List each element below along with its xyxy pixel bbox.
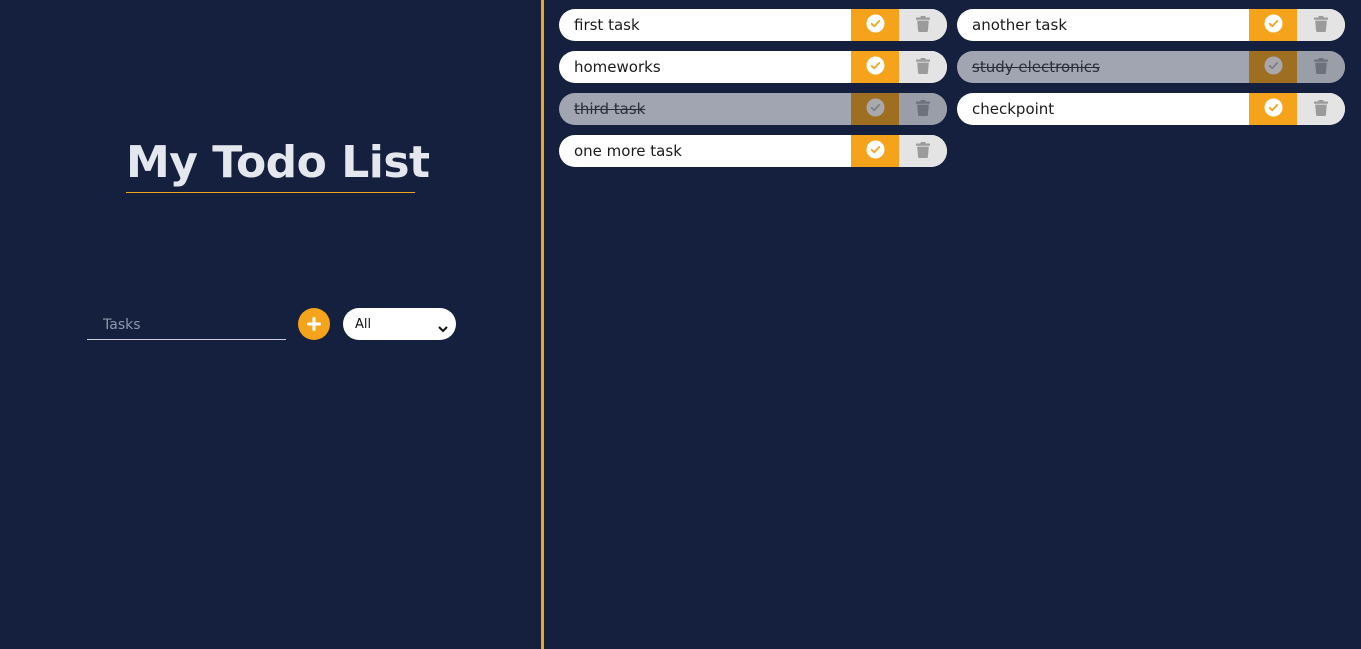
complete-button[interactable] [851,51,899,83]
delete-button[interactable] [899,93,947,125]
delete-button[interactable] [1297,51,1345,83]
delete-button[interactable] [899,51,947,83]
check-circle-icon [1264,98,1283,120]
check-circle-icon [866,140,885,162]
todo-item: third task [559,93,947,125]
todo-app: My Todo List All [0,0,1361,649]
todo-item: checkpoint [957,93,1345,125]
plus-icon [298,314,330,334]
todo-text: another task [972,16,1068,34]
filter-select[interactable]: All [343,308,456,340]
trash-icon [916,141,930,161]
page-title: My Todo List [126,137,430,188]
trash-icon [1314,99,1328,119]
trash-icon [916,15,930,35]
todo-item: homeworks [559,51,947,83]
task-input[interactable] [87,310,286,340]
trash-icon [1314,15,1328,35]
todo-item: study electronics [957,51,1345,83]
delete-button[interactable] [1297,9,1345,41]
todo-item: another task [957,9,1345,41]
todo-text: third task [574,100,646,118]
check-circle-icon [866,98,885,120]
left-panel: My Todo List All [0,0,541,649]
todo-item: one more task [559,135,947,167]
todo-text: one more task [574,142,682,160]
complete-button[interactable] [851,135,899,167]
delete-button[interactable] [899,9,947,41]
todo-text: checkpoint [972,100,1055,118]
trash-icon [1314,57,1328,77]
check-circle-icon [866,14,885,36]
title-underline [126,192,415,193]
filter-select-wrap: All [343,308,456,340]
complete-button[interactable] [851,93,899,125]
page-title-wrap: My Todo List [126,134,430,193]
complete-button[interactable] [1249,93,1297,125]
todo-text: study electronics [972,58,1100,76]
complete-button[interactable] [1249,51,1297,83]
check-circle-icon [1264,56,1283,78]
delete-button[interactable] [1297,93,1345,125]
delete-button[interactable] [899,135,947,167]
complete-button[interactable] [851,9,899,41]
trash-icon [916,99,930,119]
check-circle-icon [1264,14,1283,36]
todo-text: first task [574,16,640,34]
todo-text: homeworks [574,58,661,76]
complete-button[interactable] [1249,9,1297,41]
trash-icon [916,57,930,77]
add-task-button[interactable] [298,308,330,340]
panel-divider [541,0,544,649]
check-circle-icon [866,56,885,78]
todo-item: first task [559,9,947,41]
